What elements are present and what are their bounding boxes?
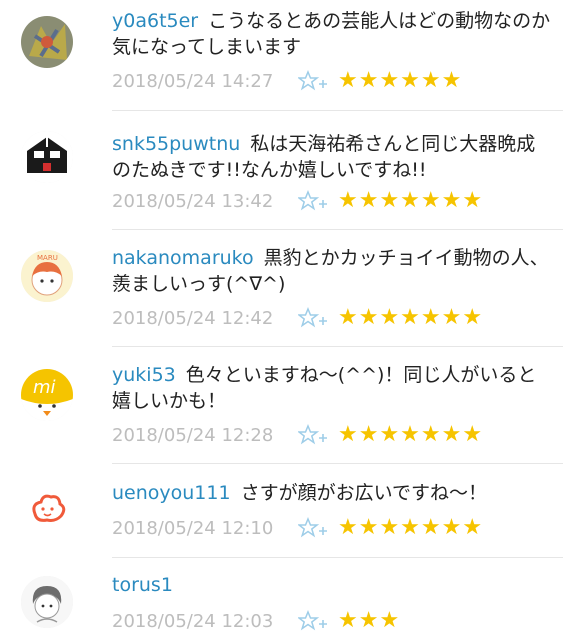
user-avatar[interactable] (21, 131, 73, 183)
divider (112, 463, 563, 464)
divider (112, 110, 563, 111)
username-link[interactable]: yuki53 (112, 364, 176, 386)
avatar-image (21, 131, 73, 183)
comment-date: 2018/05/24 12:28 (112, 424, 274, 446)
star-add-icon[interactable] (298, 190, 328, 212)
comment-date: 2018/05/24 12:03 (112, 610, 274, 632)
comment-text: uenoyou111 さすが顔がお広いですね〜！ (112, 480, 552, 506)
avatar-image: MARU (21, 250, 73, 302)
user-avatar[interactable]: MARU (21, 250, 73, 302)
star-add-icon[interactable] (298, 424, 328, 446)
user-avatar[interactable] (21, 484, 73, 536)
star-rating: ★★★★★★★ (338, 305, 484, 330)
username-link[interactable]: torus1 (112, 574, 173, 596)
username-link[interactable]: nakanomaruko (112, 247, 254, 269)
comment-date: 2018/05/24 14:27 (112, 70, 274, 92)
comment-text: yuki53 色々といますね〜(^^)！同じ人がいると嬉しいかも！ (112, 362, 552, 414)
user-avatar[interactable]: mi (21, 369, 73, 421)
divider (112, 557, 563, 558)
star-rating: ★★★★★★★ (338, 188, 484, 213)
divider (112, 346, 563, 347)
avatar-image (21, 16, 73, 68)
avatar-image (21, 576, 73, 628)
comment-body: さすが顔がお広いですね〜！ (240, 482, 488, 504)
svg-text:MARU: MARU (37, 254, 58, 262)
comment-meta: 2018/05/24 12:10 ★★★★★★★ (112, 514, 483, 542)
comment-text: nakanomaruko 黒豹とかカッチョイイ動物の人、羨ましいっす(^∇^) (112, 245, 552, 297)
comment-date: 2018/05/24 12:10 (112, 517, 274, 539)
svg-text:mi: mi (33, 377, 56, 398)
comment-meta: 2018/05/24 12:28 ★★★★★★★ (112, 421, 483, 449)
star-rating: ★★★★★★★ (338, 422, 484, 447)
star-add-icon[interactable] (298, 610, 328, 632)
username-link[interactable]: snk55puwtnu (112, 133, 240, 155)
star-rating: ★★★★★★ (338, 68, 463, 93)
divider (112, 229, 563, 230)
comment-text: y0a6t5er こうなるとあの芸能人はどの動物なのか気になってしまいます (112, 8, 552, 60)
star-add-icon[interactable] (298, 70, 328, 92)
comment-date: 2018/05/24 13:42 (112, 190, 274, 212)
comment-meta: 2018/05/24 13:42 ★★★★★★★ (112, 187, 483, 215)
comment-date: 2018/05/24 12:42 (112, 307, 274, 329)
comment-text: torus1 (112, 572, 552, 598)
avatar-image (21, 484, 73, 536)
star-add-icon[interactable] (298, 517, 328, 539)
user-avatar[interactable] (21, 576, 73, 628)
avatar-image: mi (21, 369, 73, 421)
star-rating: ★★★★★★★ (338, 515, 484, 540)
star-rating: ★★★ (338, 608, 401, 633)
username-link[interactable]: y0a6t5er (112, 10, 198, 32)
comment-meta: 2018/05/24 14:27 ★★★★★★ (112, 67, 462, 95)
comment-meta: 2018/05/24 12:42 ★★★★★★★ (112, 304, 483, 332)
username-link[interactable]: uenoyou111 (112, 482, 231, 504)
comment-text: snk55puwtnu 私は天海祐希さんと同じ大器晩成のたぬきです!!なんか嬉しい… (112, 131, 552, 183)
star-add-icon[interactable] (298, 307, 328, 329)
comment-meta: 2018/05/24 12:03 ★★★ (112, 607, 400, 635)
user-avatar[interactable] (21, 16, 73, 68)
